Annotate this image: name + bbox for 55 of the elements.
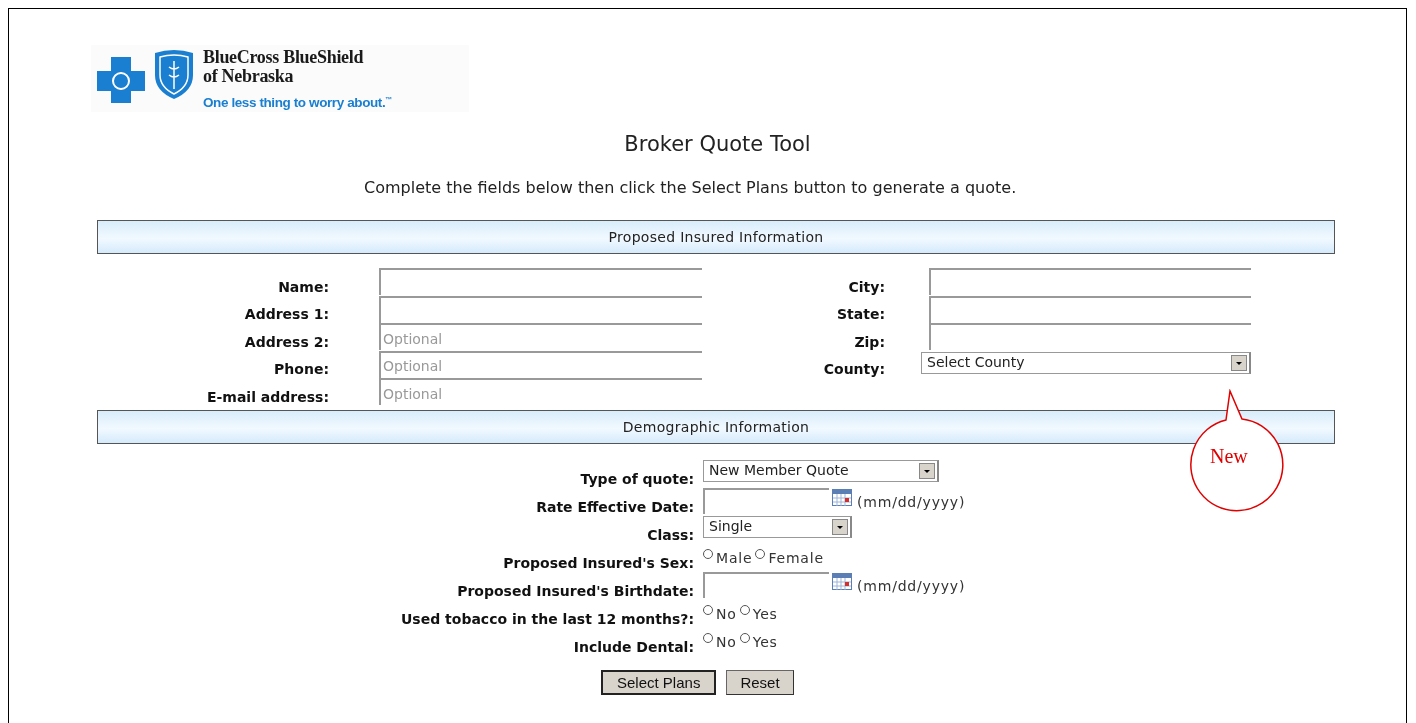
input-field[interactable] <box>379 268 702 295</box>
radio-button[interactable] <box>703 604 713 615</box>
field-label: Type of quote: <box>579 469 695 488</box>
input-field[interactable] <box>379 295 702 323</box>
page-title: Broker Quote Tool <box>623 132 812 156</box>
date-format-hint: (mm/dd/yyyy) <box>857 492 966 512</box>
section-header: Proposed Insured Information <box>97 220 1335 254</box>
input-field[interactable] <box>929 295 1251 323</box>
input-field[interactable]: Optional <box>379 323 702 350</box>
radio-button[interactable] <box>739 604 750 615</box>
radio-button[interactable] <box>755 548 766 559</box>
input-field[interactable]: Optional <box>379 378 702 405</box>
input-field[interactable]: Optional <box>379 350 702 378</box>
calendar-icon[interactable] <box>832 488 852 506</box>
field-label: Name: <box>277 277 330 296</box>
field-label: Proposed Insured's Sex: <box>502 553 695 572</box>
county-dropdown[interactable]: Select County <box>921 351 1251 374</box>
field-label: Zip: <box>853 332 886 351</box>
calendar-icon[interactable] <box>832 572 852 590</box>
radio-label: Yes <box>752 632 778 651</box>
instructions-text: Complete the fields below then click the Select Plans button to generate a quote. <box>364 178 1018 198</box>
dropdown[interactable]: Single <box>703 515 852 538</box>
radio-label: Female <box>768 548 824 567</box>
field-label: Rate Effective Date: <box>535 497 695 516</box>
field-label: County: <box>822 360 886 378</box>
radio-label: Male <box>716 548 753 567</box>
field-label: Include Dental: <box>572 637 695 656</box>
date-format-hint: (mm/dd/yyyy) <box>857 576 966 596</box>
brand-name: of Nebraska <box>203 67 295 86</box>
field-label: Used tobacco in the last 12 months?: <box>400 609 695 628</box>
reset-button[interactable]: Reset <box>726 669 794 695</box>
tagline: One less thing to worry about.$^{™}$ <box>203 95 392 110</box>
field-label: Phone: <box>273 360 330 378</box>
dropdown[interactable]: New Member Quote <box>703 459 939 482</box>
radio-label: No <box>716 604 737 623</box>
radio-button[interactable] <box>739 632 750 643</box>
radio-label: No <box>716 632 737 651</box>
callout-text: New <box>1210 445 1248 468</box>
input-field[interactable] <box>929 268 1251 295</box>
field-label: Address 2: <box>243 332 330 351</box>
field-label: Class: <box>646 525 695 544</box>
date-field[interactable] <box>703 487 829 514</box>
radio-button[interactable] <box>703 548 713 559</box>
field-label: Address 1: <box>243 305 330 323</box>
input-field[interactable] <box>929 323 1251 350</box>
select-plans-button[interactable]: Select Plans <box>601 669 717 695</box>
field-label: City: <box>847 277 886 296</box>
field-label: State: <box>836 305 886 323</box>
date-field[interactable] <box>703 571 829 598</box>
field-label: Proposed Insured's Birthdate: <box>456 581 695 600</box>
brand-name: BlueCross BlueShield <box>203 48 365 67</box>
radio-label: Yes <box>752 604 778 623</box>
field-label: E-mail address: <box>205 387 330 406</box>
radio-button[interactable] <box>703 632 713 643</box>
section-header: Demographic Information <box>97 409 1335 444</box>
